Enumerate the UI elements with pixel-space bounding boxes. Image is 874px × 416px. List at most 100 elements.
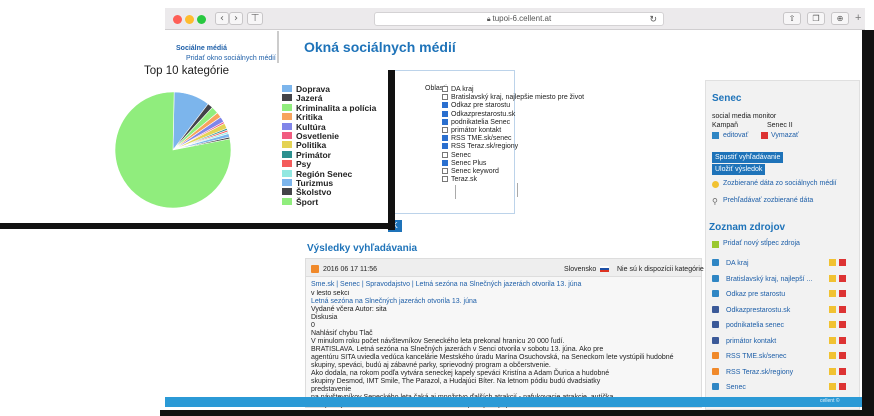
chart-legend: Doprava Jazerá Kriminalita a polícia Kritik…	[282, 85, 376, 207]
edit-source-icon[interactable]	[829, 352, 836, 359]
delete-source-icon[interactable]	[839, 383, 846, 390]
result-body: v lesto sekci Letná sezóna na Slnečných j…	[311, 290, 696, 408]
source-label[interactable]: Senec	[726, 384, 746, 391]
back-button[interactable]: ‹	[215, 12, 229, 25]
source-label[interactable]: Odkazprestarostu.sk	[726, 307, 790, 314]
delete-link[interactable]: Vymazať	[771, 132, 799, 139]
close-window-icon[interactable]	[173, 15, 182, 24]
delete-source-icon[interactable]	[839, 259, 846, 266]
legend-swatch	[282, 122, 292, 130]
delete-source-icon[interactable]	[839, 305, 846, 313]
result-source[interactable]: Sme.sk | Senec | Spravodajstvo | Letná s…	[311, 281, 581, 288]
source-checkbox-row[interactable]: Odkazprestarostu.sk	[442, 110, 584, 119]
share-button[interactable]: ⇧	[783, 12, 801, 25]
edit-source-icon[interactable]	[829, 274, 836, 282]
delete-source-icon[interactable]	[839, 290, 846, 297]
legend-swatch	[282, 131, 292, 139]
source-checkbox-row[interactable]: Odkaz pre starostu	[442, 102, 584, 110]
source-item[interactable]: podnikatelia senec	[712, 321, 852, 337]
reload-icon[interactable]: ↻	[649, 13, 657, 25]
source-item[interactable]: RSS TME.sk/senec	[712, 352, 852, 368]
source-checkbox-row[interactable]: DA kraj	[442, 86, 584, 94]
source-checkbox-row[interactable]: Senec Plus	[442, 159, 584, 168]
source-checkbox-row[interactable]: Bratislavský kraj, najlepšie miesto pre …	[442, 94, 584, 102]
checkbox[interactable]	[442, 94, 448, 101]
source-label[interactable]: podnikatelia senec	[726, 322, 784, 329]
checkbox[interactable]	[442, 86, 448, 92]
checkbox[interactable]	[442, 143, 448, 150]
download-button[interactable]: ⊕	[831, 12, 849, 25]
forward-button[interactable]: ›	[229, 12, 243, 25]
minimize-window-icon[interactable]	[185, 15, 194, 24]
source-label[interactable]: Bratislavský kraj, najlepší ...	[726, 276, 812, 283]
rss-icon	[712, 352, 719, 359]
source-checkbox-row[interactable]: RSS TME.sk/senec	[442, 135, 584, 143]
source-checkbox-row[interactable]: RSS Teraz.sk/regiony	[442, 143, 584, 151]
facebook-icon	[712, 321, 719, 328]
legend-item[interactable]: Šport	[282, 197, 376, 207]
source-item[interactable]: RSS Teraz.sk/regiony	[712, 367, 852, 384]
source-checkbox-row[interactable]: Senec	[442, 151, 584, 160]
nav-social-media[interactable]: Sociálne médiá	[176, 45, 227, 52]
chart-title: Top 10 kategórie	[144, 65, 230, 77]
source-checkbox-row[interactable]: Senec keyword	[442, 167, 584, 176]
zoom-window-icon[interactable]	[197, 15, 206, 24]
checkbox[interactable]	[442, 135, 448, 142]
source-checkbox-row[interactable]: Teraz.sk	[442, 176, 584, 184]
result-region: Slovensko	[564, 266, 597, 273]
source-label[interactable]: RSS Teraz.sk/regiony	[726, 369, 793, 376]
delete-source-icon[interactable]	[839, 336, 846, 344]
source-item[interactable]: Odkazprestarostu.sk	[712, 305, 852, 322]
checkbox[interactable]	[442, 176, 448, 183]
address-bar[interactable]: 🔒︎ tupoi-6.cellent.at ↻	[374, 12, 664, 26]
footer-text: cellent ©	[820, 398, 840, 404]
browse-data-link[interactable]: Prehľadávať zozbierané dáta	[723, 197, 813, 204]
pie-chart	[114, 91, 232, 209]
delete-source-icon[interactable]	[839, 321, 846, 328]
tabs-button[interactable]: ❐	[807, 12, 825, 25]
add-group-link[interactable]: Pridať nový stĺpec zdroja	[723, 240, 800, 247]
edit-source-icon[interactable]	[829, 321, 836, 328]
result-line: BRATISLAVA. Letná sezóna na Slnečných ja…	[311, 346, 604, 353]
checkbox[interactable]	[442, 151, 448, 158]
checkbox-label: Odkaz pre starostu	[451, 102, 511, 110]
edit-source-icon[interactable]	[829, 367, 836, 375]
form-divider	[455, 185, 456, 199]
checkbox[interactable]	[442, 159, 448, 166]
edit-source-icon[interactable]	[829, 259, 836, 266]
edit-source-icon[interactable]	[829, 305, 836, 313]
checkbox[interactable]	[442, 110, 448, 117]
result-line: Nahlásiť chybu Tlač	[311, 330, 373, 337]
nav-add-window[interactable]: Pridať okno sociálnych médií	[186, 55, 276, 62]
edit-link[interactable]: editovať	[723, 132, 748, 139]
edit-source-icon[interactable]	[829, 336, 836, 344]
chart-card: Top 10 kategórie Doprava Jazerá Kriminalit…	[4, 63, 388, 223]
source-label[interactable]: primátor kontakt	[726, 338, 776, 345]
collected-data-link[interactable]: Zozbierané dáta zo sociálnych médií	[723, 180, 853, 188]
save-result-button[interactable]: Uložiť výsledok	[712, 164, 766, 175]
edit-source-icon[interactable]	[829, 383, 836, 390]
source-label[interactable]: RSS TME.sk/senec	[726, 353, 787, 360]
checkbox[interactable]	[442, 118, 448, 125]
source-label[interactable]: Odkaz pre starostu	[726, 291, 785, 298]
source-item[interactable]: primátor kontakt	[712, 336, 852, 353]
delete-source-icon[interactable]	[839, 274, 846, 282]
new-tab-button[interactable]: +	[855, 12, 861, 24]
source-item[interactable]: Odkaz pre starostu	[712, 290, 852, 306]
source-checkbox-row[interactable]: primátor kontakt	[442, 126, 584, 135]
checkbox[interactable]	[442, 102, 448, 109]
sidebar-toggle-button[interactable]: ⊤	[247, 12, 263, 25]
checkbox[interactable]	[442, 167, 448, 174]
legend-swatch	[282, 94, 292, 102]
source-checkbox-row[interactable]: podnikatelia Senec	[442, 118, 584, 127]
source-label[interactable]: DA kraj	[726, 260, 749, 267]
delete-source-icon[interactable]	[839, 352, 846, 359]
checkbox[interactable]	[442, 126, 448, 133]
edit-source-icon[interactable]	[829, 290, 836, 297]
source-item[interactable]: DA kraj	[712, 259, 852, 275]
run-search-button[interactable]: Spustiť vyhľadávanie	[712, 152, 784, 163]
browser-toolbar: ‹ › ⊤ 🔒︎ tupoi-6.cellent.at ↻ ⇧ ❐ ⊕ +	[165, 8, 865, 30]
source-item[interactable]: Bratislavský kraj, najlepší ...	[712, 274, 852, 291]
checkbox-label: Bratislavský kraj, najlepšie miesto pre …	[451, 94, 585, 102]
delete-source-icon[interactable]	[839, 367, 846, 375]
